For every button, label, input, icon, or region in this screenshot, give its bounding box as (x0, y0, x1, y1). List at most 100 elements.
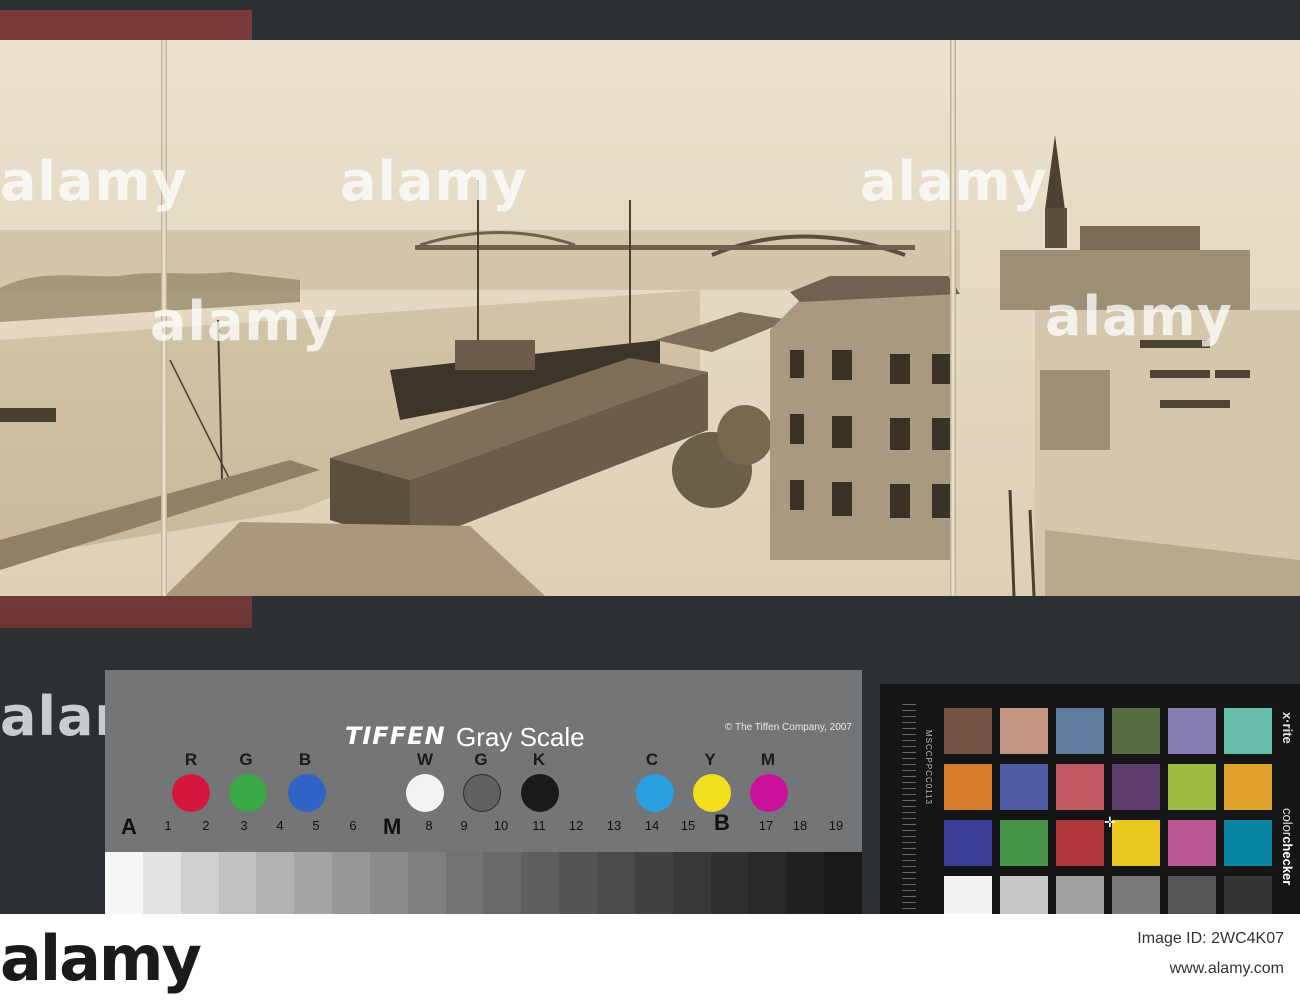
scale-number: 13 (606, 818, 622, 833)
color-letter-c: C (645, 750, 659, 769)
scale-number: 5 (312, 818, 320, 833)
tree (717, 405, 773, 465)
watermark: alamy (1045, 285, 1233, 348)
green-area (1040, 370, 1110, 450)
color-patch (1168, 764, 1216, 810)
gray-step (407, 852, 446, 914)
watermark: alamy (340, 150, 528, 213)
color-patch (1056, 708, 1104, 754)
color-letter-k: K (532, 750, 546, 769)
color-patch (1112, 764, 1160, 810)
scale-number: 12 (568, 818, 584, 833)
gray-step (369, 852, 408, 914)
color-patch (1224, 764, 1272, 810)
ship-deckhouse (455, 340, 535, 370)
scale-number: 3 (240, 818, 248, 833)
color-patch (1056, 764, 1104, 810)
color-letter-g2: G (474, 750, 488, 769)
album-fold (950, 40, 956, 596)
white-dot (406, 774, 444, 812)
checker-ruler-label: MSCCPPCC0113 (924, 730, 933, 805)
gray-step (256, 852, 295, 914)
church-roof (1080, 226, 1200, 250)
color-patch (944, 820, 992, 866)
watermark: alamy (150, 290, 338, 353)
gray-step (596, 852, 635, 914)
stock-banner: alamy Image ID: 2WC4K07 www.alamy.com (0, 914, 1300, 1004)
color-patch (1168, 820, 1216, 866)
color-patch (1056, 820, 1104, 866)
color-patch (1224, 708, 1272, 754)
gray-step (180, 852, 219, 914)
color-letter-y: Y (704, 750, 716, 769)
scale-number: 9 (460, 818, 468, 833)
church-tower (1045, 208, 1067, 248)
gray-step (748, 852, 787, 914)
color-patch (1112, 820, 1160, 866)
gray-step (332, 852, 370, 914)
scale-number: 17 (758, 818, 774, 833)
alamy-logo: alamy (0, 922, 202, 995)
gray-step (294, 852, 333, 914)
gray-step (672, 852, 711, 914)
gray-step (105, 852, 143, 914)
color-letter-b: B (298, 750, 312, 769)
gray-step (634, 852, 673, 914)
color-patch (1000, 764, 1048, 810)
bridge-deck (415, 245, 915, 250)
tiffen-gray-scale-card: TIFFEN Gray Scale © The Tiffen Company, … (105, 670, 862, 914)
scale-number: 10 (493, 818, 509, 833)
green-dot (229, 774, 267, 812)
gray-step (521, 852, 560, 914)
gray-dot (463, 774, 501, 812)
yellow-dot (693, 774, 731, 812)
scale-number: 14 (644, 818, 660, 833)
scale-number: 11 (532, 818, 546, 833)
gray-step (559, 852, 597, 914)
gray-scale-title: Gray Scale (456, 722, 585, 752)
site-url: www.alamy.com (1169, 960, 1284, 977)
red-dot (172, 774, 210, 812)
color-patch (1168, 708, 1216, 754)
crosshair-icon: ✛ (1104, 814, 1116, 830)
watermark: alamy (0, 150, 188, 213)
gray-step (710, 852, 749, 914)
scale-letter-a: A (121, 814, 137, 839)
scale-number: 4 (276, 818, 284, 833)
scale-number: 1 (164, 818, 172, 833)
scale-number: 15 (680, 818, 696, 833)
cyan-dot (636, 774, 674, 812)
scale-letter-b: B (714, 810, 730, 835)
color-patch (1224, 820, 1272, 866)
black-dot (521, 774, 559, 812)
gray-step (445, 852, 484, 914)
scale-number: 8 (425, 818, 433, 833)
gray-step (142, 852, 181, 914)
gray-step (786, 852, 825, 914)
color-checker-card: MSCCPPCC0113 ✛ x·rite colorchecker (880, 684, 1300, 922)
color-letter-r: R (184, 750, 198, 769)
color-letter-m: M (760, 750, 776, 769)
color-patch (1112, 708, 1160, 754)
gray-step (824, 852, 862, 914)
tiffen-logo: TIFFEN (345, 722, 446, 750)
color-patch (944, 708, 992, 754)
tiffen-copyright: © The Tiffen Company, 2007 (725, 722, 852, 733)
color-letter-w: W (416, 750, 434, 769)
color-checker-label: colorchecker (1280, 808, 1295, 886)
magenta-dot (750, 774, 788, 812)
blue-dot (288, 774, 326, 812)
scale-number: 19 (828, 818, 844, 833)
scale-number: 6 (349, 818, 357, 833)
color-patch (1000, 820, 1048, 866)
image-id: Image ID: 2WC4K07 (1137, 930, 1284, 947)
scale-number: 2 (202, 818, 210, 833)
gray-step (483, 852, 522, 914)
color-patch (944, 764, 992, 810)
tugboat (0, 408, 56, 422)
scale-number: 18 (792, 818, 808, 833)
gray-step-wedge (105, 852, 862, 914)
color-patch (1000, 708, 1048, 754)
xrite-logo: x·rite (1280, 712, 1295, 744)
color-letter-g: G (239, 750, 253, 769)
